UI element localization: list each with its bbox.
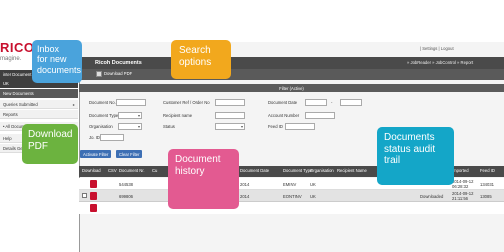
organisation: UK bbox=[310, 194, 316, 199]
imported-date: 2014-09-12 06:28:32 bbox=[452, 179, 474, 189]
feed-id: 134031 bbox=[480, 182, 494, 187]
pdf-download-icon[interactable] bbox=[90, 204, 97, 212]
activate-filter-button[interactable]: Activate Filter bbox=[80, 150, 112, 158]
date-separator: - bbox=[331, 100, 333, 105]
chevron-right-icon: ▸ bbox=[72, 102, 75, 107]
sidebar-item-label: UK bbox=[3, 81, 9, 86]
column-header[interactable]: Imported bbox=[452, 168, 469, 173]
column-header[interactable]: Document Date bbox=[240, 168, 269, 173]
document-date-label: Document Date bbox=[268, 100, 298, 105]
sidebar-item-new-documents[interactable]: New Documents bbox=[0, 89, 78, 98]
recipient-name-input[interactable] bbox=[215, 112, 245, 119]
organisation: UK bbox=[310, 182, 316, 187]
date-from-input[interactable] bbox=[305, 99, 327, 106]
sidebar-item-label: Reports bbox=[3, 112, 18, 117]
callout-download: Download PDF bbox=[22, 124, 78, 164]
imported-date: 2014-09-12 21:11:56 bbox=[452, 191, 474, 201]
callout-search: Search options bbox=[171, 40, 231, 79]
column-header[interactable]: CSV bbox=[108, 168, 117, 173]
chevron-down-icon: ▾ bbox=[240, 124, 243, 129]
clear-filter-button[interactable]: Clear Filter bbox=[116, 150, 143, 158]
sidebar-item-label: New Documents bbox=[3, 91, 34, 96]
document-no-input[interactable] bbox=[116, 99, 146, 106]
chevron-down-icon: ▾ bbox=[137, 124, 140, 129]
document-no-label: Document No. bbox=[89, 100, 116, 105]
column-header[interactable]: Recipient Name bbox=[337, 168, 367, 173]
sidebar-item-queries[interactable]: Queries Submitted ▸ bbox=[0, 100, 78, 109]
job-id-label: Jo. ID bbox=[89, 135, 100, 140]
top-links[interactable]: | Settings | Logout bbox=[420, 46, 454, 51]
row-checkbox[interactable] bbox=[82, 193, 87, 198]
column-header[interactable]: Feed ID bbox=[480, 168, 495, 173]
sidebar-item-label: Queries Submitted bbox=[3, 102, 38, 107]
feed-id-label: Feed ID bbox=[268, 124, 283, 129]
filter-bar: Filter (Active) bbox=[79, 84, 504, 92]
callout-inbox: Inbox for new documents bbox=[32, 40, 82, 83]
sidebar-item-reports[interactable]: Reports bbox=[0, 110, 78, 119]
status-select[interactable]: ▾ bbox=[215, 123, 245, 130]
table-row[interactable] bbox=[79, 202, 504, 214]
sidebar-item-label: inter Document bbox=[3, 72, 32, 77]
toolbar bbox=[79, 69, 504, 80]
chevron-down-icon: ▾ bbox=[137, 113, 140, 118]
customer-ref-label: Customer Ref / Order No bbox=[163, 100, 210, 105]
callout-history: Document history bbox=[168, 149, 239, 209]
column-header[interactable]: Organisation bbox=[310, 168, 334, 173]
document-type: EMINV bbox=[283, 182, 297, 187]
pdf-icon bbox=[96, 71, 102, 77]
feed-id-input[interactable] bbox=[285, 123, 315, 130]
column-header[interactable]: Download bbox=[82, 168, 101, 173]
column-header[interactable]: Document Type bbox=[283, 168, 312, 173]
organisation-select[interactable]: ▾ bbox=[118, 123, 142, 130]
document-type-label: Document Type bbox=[89, 113, 119, 118]
pdf-download-icon[interactable] bbox=[90, 192, 97, 200]
ricoh-logo: RICO bbox=[0, 40, 35, 55]
account-number-input[interactable] bbox=[305, 112, 335, 119]
status-label: Status bbox=[163, 124, 175, 129]
document-number: 699806 bbox=[119, 194, 133, 199]
pdf-download-icon[interactable] bbox=[90, 180, 97, 188]
column-header[interactable]: Document Nr. bbox=[119, 168, 145, 173]
account-number-label: Account Number bbox=[268, 113, 300, 118]
brand-tagline: magine. bbox=[0, 56, 22, 62]
status-text: Downloaded bbox=[420, 194, 444, 199]
document-date: 2014 bbox=[240, 182, 250, 187]
recipient-name-label: Recipient name bbox=[163, 113, 193, 118]
customer-ref-input[interactable] bbox=[215, 99, 245, 106]
column-header[interactable]: Cu bbox=[152, 168, 157, 173]
job-id-input[interactable] bbox=[100, 134, 124, 141]
callout-audit: Documents status audit trail bbox=[377, 127, 454, 185]
sub-links[interactable]: » JobReader » JobControl » Report bbox=[407, 60, 473, 65]
document-type-select[interactable]: ▾ bbox=[118, 112, 142, 119]
document-date: 2014 bbox=[240, 194, 250, 199]
feed-id: 13085 bbox=[480, 194, 492, 199]
organisation-label: Organisation bbox=[89, 124, 113, 129]
sidebar-item-label: Help bbox=[3, 136, 12, 141]
document-type: EONTINV bbox=[283, 194, 302, 199]
download-pdf-button[interactable]: Download PDF bbox=[104, 71, 132, 76]
date-to-input[interactable] bbox=[340, 99, 362, 106]
document-number: 544538 bbox=[119, 182, 133, 187]
